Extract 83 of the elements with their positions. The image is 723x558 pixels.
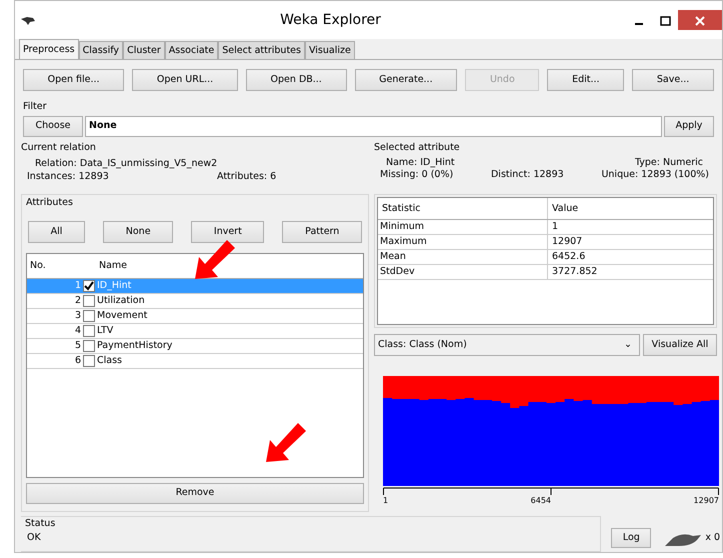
tab[interactable]: Cluster bbox=[123, 41, 165, 59]
attribute-row[interactable]: 6 Class bbox=[27, 354, 363, 369]
visualize-all-button[interactable]: Visualize All bbox=[643, 334, 717, 356]
section-label: Selected attribute bbox=[374, 142, 461, 154]
row-number: 5 bbox=[74, 339, 82, 353]
tab[interactable]: Associate bbox=[164, 41, 218, 59]
table-cell: Maximum bbox=[378, 235, 548, 249]
column-header: Statistic bbox=[378, 198, 548, 219]
toolbar-button[interactable]: Edit... bbox=[547, 69, 624, 91]
checkbox[interactable] bbox=[83, 280, 95, 292]
attribute-button[interactable]: Pattern bbox=[282, 221, 362, 243]
tab[interactable]: Classify bbox=[78, 41, 124, 59]
section-label: Filter bbox=[23, 101, 48, 113]
toolbar-button[interactable]: Open file... bbox=[23, 69, 124, 91]
minimize-icon bbox=[635, 22, 643, 25]
attribute-row[interactable]: 5 PaymentHistory bbox=[27, 339, 363, 354]
toolbar-button[interactable]: Open URL... bbox=[132, 69, 238, 91]
attribute-row[interactable]: 4 LTV bbox=[27, 324, 363, 339]
table-cell-text: 1 bbox=[551, 220, 558, 234]
toolbar-button[interactable]: Open DB... bbox=[246, 69, 347, 91]
attribute-name: LTV bbox=[96, 324, 114, 338]
checkbox[interactable] bbox=[83, 310, 95, 322]
attribute-button[interactable]: Invert bbox=[191, 221, 264, 243]
unique-text: Unique: 12893 (100%) bbox=[601, 169, 709, 181]
task-count-text: x 0 bbox=[705, 532, 720, 544]
window-title: Weka Explorer bbox=[279, 10, 382, 30]
annotation-arrow bbox=[264, 420, 308, 464]
distinct-text: Distinct: 12893 bbox=[490, 169, 564, 181]
section-label: Attributes bbox=[26, 197, 74, 209]
column-header: Name bbox=[98, 259, 128, 273]
attribute-name: Movement bbox=[96, 309, 148, 323]
axis-label: 6454 bbox=[530, 496, 551, 506]
checkbox[interactable] bbox=[83, 325, 95, 337]
tab[interactable]: Visualize bbox=[304, 41, 355, 59]
toolbar-button[interactable]: Save... bbox=[632, 69, 714, 91]
row-number: 4 bbox=[74, 324, 82, 338]
table-cell-text: 12907 bbox=[551, 235, 582, 249]
remove-button[interactable]: Remove bbox=[26, 483, 364, 504]
row-number: 3 bbox=[74, 309, 82, 323]
close-button[interactable] bbox=[678, 10, 722, 30]
type-text: Type: Numeric bbox=[634, 157, 703, 169]
tab[interactable]: Preprocess bbox=[19, 39, 79, 59]
close-icon bbox=[695, 16, 705, 26]
attribute-name: ID_Hint bbox=[96, 279, 132, 293]
log-button[interactable]: Log bbox=[611, 528, 652, 548]
name-text: Name: ID_Hint bbox=[386, 157, 455, 169]
attribute-button[interactable]: All bbox=[28, 221, 86, 243]
apply-button[interactable]: Apply bbox=[664, 116, 714, 137]
row-number: 6 bbox=[74, 354, 82, 368]
attribute-button[interactable]: None bbox=[103, 221, 174, 243]
table-cell-text: 3727.852 bbox=[551, 265, 598, 279]
relation-text: Relation: Data_IS_unmissing_V5_new2 bbox=[35, 158, 218, 169]
column-header: No. bbox=[29, 259, 47, 273]
table-cell: StdDev bbox=[378, 265, 548, 279]
checkbox[interactable] bbox=[83, 295, 95, 307]
axis-label: 12907 bbox=[694, 496, 719, 506]
filter-field[interactable]: None bbox=[85, 116, 662, 137]
instances-text: Instances: 12893 bbox=[27, 171, 110, 184]
class-dropdown[interactable]: Class: Class (Nom) ⌄ bbox=[374, 334, 640, 356]
checkbox[interactable] bbox=[83, 355, 95, 367]
attribute-name: Class bbox=[96, 354, 122, 368]
attribute-name: Utilization bbox=[96, 294, 145, 308]
tab[interactable]: Select attributes bbox=[218, 41, 305, 59]
row-number: 1 bbox=[74, 279, 82, 293]
section-label: Status bbox=[25, 518, 56, 530]
section-label: Current relation bbox=[21, 142, 97, 154]
toolbar-button[interactable]: Generate... bbox=[354, 69, 458, 91]
attribute-row[interactable]: 2 Utilization bbox=[27, 294, 363, 309]
status-text: OK bbox=[26, 532, 42, 544]
choose-button[interactable]: Choose bbox=[23, 116, 83, 137]
table-cell-text: 6452.6 bbox=[551, 250, 586, 264]
table-cell: Minimum bbox=[378, 220, 548, 234]
attributes-count-text: Attributes: 6 bbox=[217, 171, 276, 184]
missing-text: Missing: 0 (0%) bbox=[380, 169, 454, 181]
maximize-icon bbox=[660, 16, 670, 26]
row-number: 2 bbox=[74, 294, 82, 308]
axis-label: 1 bbox=[383, 496, 388, 506]
annotation-arrow bbox=[193, 237, 237, 281]
checkbox[interactable] bbox=[83, 340, 95, 352]
attribute-row[interactable]: 3 Movement bbox=[27, 309, 363, 324]
column-header: Value bbox=[551, 202, 578, 216]
table-cell: Mean bbox=[378, 250, 548, 264]
attribute-name: PaymentHistory bbox=[96, 339, 172, 353]
